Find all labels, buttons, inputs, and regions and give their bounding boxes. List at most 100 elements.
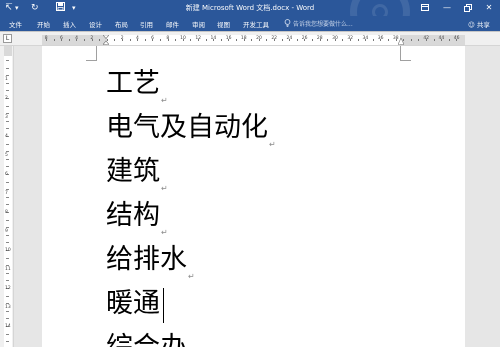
right-indent-marker[interactable] bbox=[398, 38, 404, 45]
document-paragraph[interactable]: 综合办 bbox=[106, 332, 187, 347]
ruler-tick bbox=[388, 39, 389, 41]
paragraph-text: 工艺 bbox=[106, 68, 160, 99]
paragraph-text: 综合办 bbox=[106, 332, 187, 347]
vertical-ruler-tick bbox=[6, 144, 9, 145]
vertical-ruler-label: 5 bbox=[5, 153, 8, 158]
vertical-ruler-tick bbox=[6, 242, 9, 243]
ruler-tick bbox=[327, 39, 328, 41]
vertical-ruler-tick bbox=[6, 204, 9, 205]
first-line-indent-marker[interactable] bbox=[103, 35, 109, 45]
vertical-ruler-tick bbox=[6, 265, 9, 266]
document-paragraph[interactable]: 建筑 ↵ bbox=[106, 156, 168, 193]
ruler-tick bbox=[190, 39, 191, 41]
tab-selector-button[interactable]: L bbox=[3, 34, 12, 43]
ribbon-display-icon[interactable] bbox=[414, 0, 436, 16]
ruler-tick bbox=[213, 39, 214, 41]
crop-mark-top-right bbox=[400, 46, 401, 61]
tab-design[interactable]: 设计 bbox=[89, 19, 102, 29]
document-paragraph[interactable]: 工艺 ↵ bbox=[106, 68, 168, 105]
ruler-tick bbox=[358, 39, 359, 41]
ruler-tick bbox=[373, 39, 374, 41]
tell-me-search[interactable]: 告诉我您想要做什么... bbox=[293, 19, 353, 28]
share-button[interactable]: ☺ 共享 bbox=[468, 19, 490, 29]
vertical-ruler-tick bbox=[6, 159, 9, 160]
ruler-tick bbox=[380, 39, 381, 41]
ruler-tick bbox=[92, 39, 93, 41]
ruler-tick bbox=[221, 39, 222, 41]
ruler-tick bbox=[76, 39, 77, 41]
ribbon-tab-bar: 文件 开始 插入 设计 布局 引用 邮件 审阅 视图 开发工具 告诉我您想要做什… bbox=[0, 16, 500, 31]
ruler-tick bbox=[84, 39, 85, 41]
document-paragraph[interactable]: 结构 ↵ bbox=[106, 200, 168, 237]
vertical-ruler-tick bbox=[6, 341, 9, 342]
title-bar: ↸ ▾ ↻ ▾ 新建 Microsoft Word 文档.docx - Word… bbox=[0, 0, 500, 42]
vertical-ruler-top-margin bbox=[4, 46, 12, 56]
vertical-ruler-label: 13 bbox=[5, 305, 11, 310]
vertical-ruler-tick bbox=[6, 121, 9, 122]
tab-developer[interactable]: 开发工具 bbox=[243, 19, 269, 29]
tab-mailings[interactable]: 邮件 bbox=[166, 19, 179, 29]
ruler-tick bbox=[152, 39, 153, 41]
ruler-tick bbox=[46, 39, 47, 41]
minimize-icon[interactable]: — bbox=[436, 0, 458, 16]
ruler-tick bbox=[137, 39, 138, 41]
vertical-ruler-label: 12 bbox=[5, 286, 11, 291]
tab-review[interactable]: 审阅 bbox=[192, 19, 205, 29]
document-paragraph[interactable]: 给排水 ↵ bbox=[106, 244, 195, 281]
ruler-tick bbox=[236, 39, 237, 41]
ruler-tick bbox=[418, 39, 419, 41]
ruler-tick bbox=[289, 39, 290, 41]
ruler-tick bbox=[456, 39, 457, 41]
tab-insert[interactable]: 插入 bbox=[63, 19, 76, 29]
vertical-ruler-tick bbox=[6, 334, 9, 335]
vertical-ruler-label: 7 bbox=[5, 191, 8, 196]
vertical-ruler-tick bbox=[6, 189, 9, 190]
document-paragraph[interactable]: 电气及自动化 ↵ bbox=[106, 112, 276, 149]
vertical-ruler-tick bbox=[6, 68, 9, 69]
ruler-tick bbox=[365, 39, 366, 41]
vertical-ruler-tick bbox=[6, 220, 9, 221]
paragraph-text: 结构 bbox=[106, 200, 160, 231]
ruler-tick bbox=[396, 39, 397, 41]
vertical-ruler-tick bbox=[6, 227, 9, 228]
ruler-tick bbox=[426, 39, 427, 41]
ruler-tick bbox=[266, 39, 267, 41]
crop-mark-top-right-h bbox=[400, 60, 411, 61]
ruler-tick bbox=[449, 39, 450, 41]
vertical-ruler-tick bbox=[6, 90, 9, 91]
vertical-ruler-tick bbox=[6, 258, 9, 259]
ruler-tick bbox=[441, 39, 442, 41]
vertical-ruler[interactable]: 1 2 3 4 5 6 7 8 9 10 11 12 13 14 bbox=[4, 46, 12, 347]
document-paragraph[interactable]: 暖通 bbox=[106, 288, 160, 320]
tab-layout[interactable]: 布局 bbox=[115, 19, 128, 29]
tab-file[interactable]: 文件 bbox=[9, 19, 22, 29]
vertical-ruler-tick bbox=[6, 296, 9, 297]
paragraph-text: 电气及自动化 bbox=[106, 112, 268, 143]
vertical-ruler-label: 10 bbox=[5, 248, 11, 253]
vertical-ruler-tick bbox=[6, 113, 9, 114]
ruler-tick bbox=[228, 39, 229, 41]
crop-mark-top-left bbox=[96, 46, 97, 61]
tab-references[interactable]: 引用 bbox=[140, 19, 153, 29]
ruler-tick bbox=[304, 39, 305, 41]
vertical-ruler-label: 9 bbox=[5, 229, 8, 234]
ruler-tick bbox=[61, 39, 62, 41]
ruler-tick bbox=[251, 39, 252, 41]
crop-mark-top-left-h bbox=[86, 60, 97, 61]
ruler-tick bbox=[434, 39, 435, 41]
vertical-ruler-tick bbox=[6, 60, 9, 61]
tab-home[interactable]: 开始 bbox=[37, 19, 50, 29]
vertical-ruler-label: 11 bbox=[5, 267, 11, 272]
ruler-tick bbox=[411, 39, 412, 41]
restore-icon[interactable] bbox=[457, 0, 479, 16]
vertical-ruler-label: 14 bbox=[5, 324, 11, 329]
ruler-tick bbox=[183, 39, 184, 41]
ruler-tick bbox=[297, 39, 298, 41]
close-icon[interactable]: ✕ bbox=[478, 0, 500, 16]
ruler-tick bbox=[312, 39, 313, 41]
vertical-ruler-tick bbox=[6, 273, 9, 274]
vertical-ruler-tick bbox=[6, 128, 9, 129]
ruler-tick bbox=[198, 39, 199, 41]
ruler-tick bbox=[206, 39, 207, 41]
tab-view[interactable]: 视图 bbox=[217, 19, 230, 29]
